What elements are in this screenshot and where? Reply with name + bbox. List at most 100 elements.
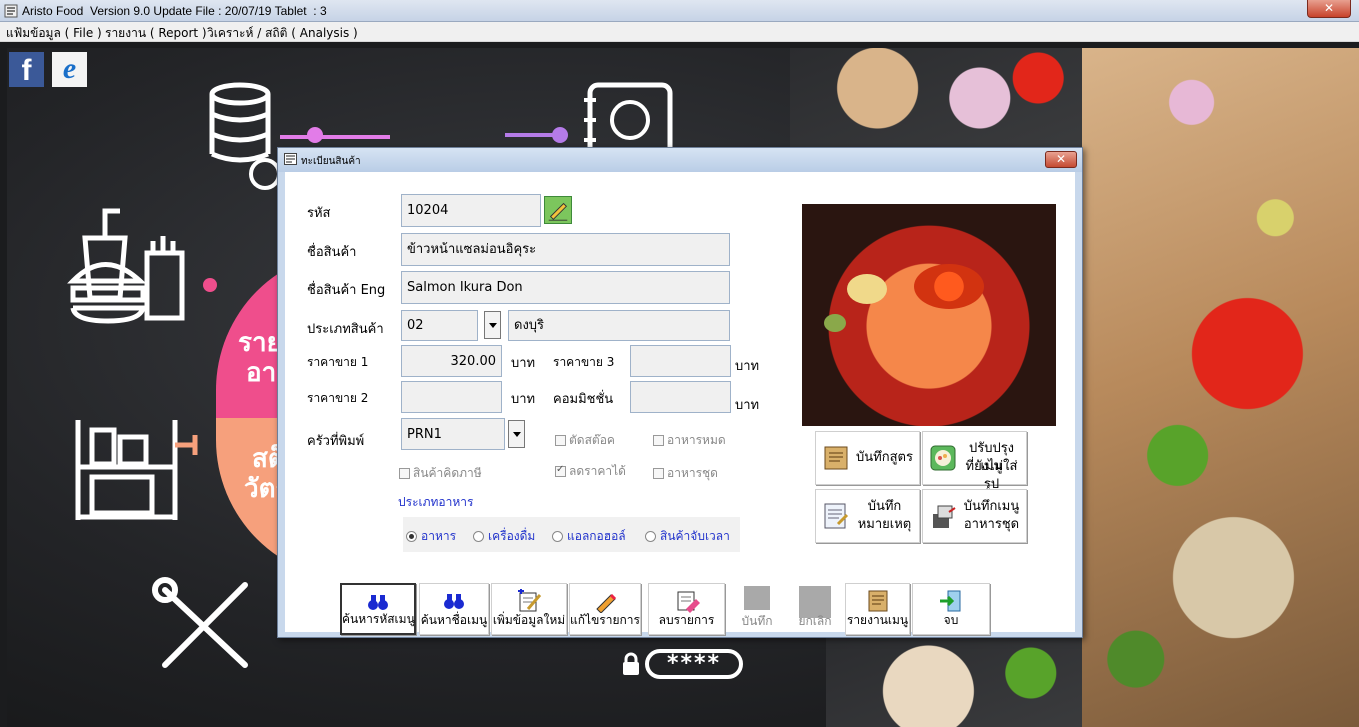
name-label: ชื่อสินค้า [307,245,357,260]
discountable-checkbox[interactable]: ลดราคาได้ [555,462,626,481]
name-field[interactable]: ข้าวหน้าแซลม่อนอิคุระ [401,233,730,266]
facebook-icon[interactable]: f [9,52,44,87]
price1-field[interactable]: 320.00 [401,345,502,377]
taxable-label: สินค้าคิดภาษี [413,466,482,480]
set-meal-label: อาหารชุด [667,466,718,480]
cut-stock-checkbox[interactable]: ตัดสต๊อค [555,431,615,450]
photo-roe [914,264,984,309]
price2-field[interactable] [401,381,502,413]
discountable-label: ลดราคาได้ [569,464,626,478]
password-field[interactable]: **** [645,649,743,679]
radio-food[interactable]: อาหาร [406,527,456,546]
exit-door-icon [940,590,961,612]
checkbox-box-checked [555,464,566,477]
price2-label: ราคาขาย 2 [307,391,369,405]
food-photo-bottom [826,637,1082,727]
search-by-code-button[interactable]: ค้นหารหัสเมนู [340,583,416,635]
radio-dot [645,531,656,542]
checkbox-box [653,435,664,446]
save-recipe-button[interactable]: บันทึกสูตร [815,431,920,485]
out-of-food-checkbox[interactable]: อาหารหมด [653,431,726,450]
binoculars-icon [444,594,464,609]
menu-analysis[interactable]: วิเคราะห์ / สถิติ ( Analysis ) [207,24,358,43]
save-disabled-icon [744,586,770,610]
radio-food-label: อาหาร [421,529,457,543]
radio-timed-product[interactable]: สินค้าจับเวลา [645,527,730,546]
save-set-menu-button[interactable]: บันทึกเมนู อาหารชุด [922,489,1027,543]
search-by-code-label: ค้นหารหัสเมนู [342,612,415,626]
set-meal-checkbox[interactable]: อาหารชุด [653,464,718,483]
save-button[interactable]: บันทึก [732,583,782,635]
name-eng-field[interactable]: Salmon Ikura Don [401,271,730,304]
taxable-checkbox[interactable]: สินค้าคิดภาษี [399,464,482,483]
scroll-report-icon [868,590,887,612]
photo-wasabi [824,314,846,332]
code-field[interactable]: 10204 [401,194,541,227]
dialog-title: ทะเบียนสินค้า [301,156,361,167]
price1-label: ราคาขาย 1 [307,355,369,369]
photo-ginger [847,274,887,304]
radio-dot [473,531,484,542]
food-type-label: ประเภทอาหาร [398,495,474,509]
menu-bar: แฟ้มข้อมูล ( File ) รายงาน ( Report ) วิ… [0,22,1359,42]
code-label: รหัส [307,206,331,221]
dialog-body: รหัส ชื่อสินค้า ชื่อสินค้า Eng ประเภทสิน… [285,172,1075,635]
price3-field[interactable] [630,345,731,377]
dialog-title-bar: ทะเบียนสินค้า ✕ [278,148,1082,172]
radio-drink[interactable]: เครื่องดื่ม [473,527,535,546]
checkbox-box [653,468,664,479]
product-registry-dialog: ทะเบียนสินค้า ✕ รหัส ชื่อสินค้า ชื่อสินค… [277,147,1083,638]
exit-button[interactable]: จบ [912,583,990,635]
food-photo-background [1080,48,1359,727]
food-photo-top [790,48,1082,148]
commission-label: คอมมิชชั่น [553,392,614,407]
printer-field[interactable]: PRN1 [401,418,505,450]
edit-code-icon[interactable] [544,196,572,224]
category-name-field[interactable]: ดงบุริ [508,310,730,341]
checkbox-box [399,468,410,479]
save-note-label-2: หมายเหตุ [857,517,912,532]
price2-baht-label: บาท [511,392,536,407]
search-by-name-label: ค้นหาชื่อเมนู [420,613,488,627]
warehouse-shelf-icon [75,420,198,520]
save-note-label-1: บันทึก [867,499,902,514]
app-icon [4,4,18,18]
cancel-button[interactable]: ยกเลิก [791,583,839,635]
category-code-field[interactable]: 02 [401,310,478,341]
printer-label: ครัวที่พิมพ์ [307,434,365,449]
edit-item-button[interactable]: แก้ไขรายการ [569,583,641,635]
menu-image-icon [930,445,956,471]
dialog-close-button[interactable]: ✕ [1045,151,1077,168]
menu-file[interactable]: แฟ้มข้อมูล ( File ) [6,24,102,43]
category-dropdown-button[interactable] [484,311,501,339]
price3-label: ราคาขาย 3 [553,355,615,369]
tools-icon [152,577,248,668]
fastfood-icon [67,208,185,324]
delete-item-button[interactable]: ลบรายการ [648,583,725,635]
save-set-menu-label-2: อาหารชุด [963,517,1020,532]
window-close-button[interactable]: ✕ [1307,0,1351,18]
window-title: Aristo Food Version 9.0 Update File : 20… [22,4,327,18]
commission-field[interactable] [630,381,731,413]
window-title-bar: Aristo Food Version 9.0 Update File : 20… [0,0,1359,22]
menu-report-label: รายงานเมนู [846,613,909,627]
price3-baht-label: บาท [735,359,760,374]
menu-report-button[interactable]: รายงานเมนู [845,583,910,635]
radio-alcohol[interactable]: แอลกอฮอล์ [552,527,626,546]
update-menu-no-image-button[interactable]: ปรับปรุงเมนู ที่ยังไม่ใส่รูป [922,431,1027,492]
add-new-label: เพิ่มข้อมูลใหม่ [492,613,566,627]
save-note-button[interactable]: บันทึก หมายเหตุ [815,489,920,543]
search-by-name-button[interactable]: ค้นหาชื่อเมนู [419,583,489,635]
exit-label: จบ [943,613,959,627]
product-photo[interactable] [802,204,1056,426]
food-type-radio-group: อาหาร เครื่องดื่ม แอลกอฮอล์ สินค้าจับเวล… [403,517,740,552]
price1-baht-label: บาท [511,356,536,371]
menu-report[interactable]: รายงาน ( Report ) [105,24,207,43]
cut-stock-label: ตัดสต๊อค [569,433,615,447]
radio-timed-label: สินค้าจับเวลา [660,529,730,543]
printer-dropdown-button[interactable] [508,420,525,448]
recipe-scroll-icon [824,446,848,470]
add-new-button[interactable]: เพิ่มข้อมูลใหม่ [491,583,567,635]
internet-explorer-icon[interactable]: e [52,52,87,87]
notepad-icon [824,503,849,529]
